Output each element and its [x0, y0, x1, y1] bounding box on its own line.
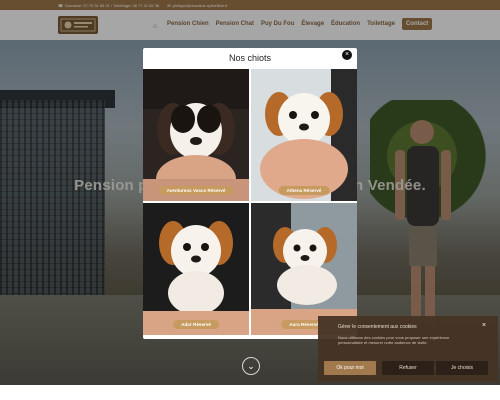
cookie-consent-banner: Gérer le consentement aux cookies × Nous…	[318, 316, 498, 382]
puppies-modal: Nos chiots × Aventureux Vasco Réservé At…	[143, 48, 357, 339]
page-bottom	[0, 385, 500, 400]
puppies-grid: Aventureux Vasco Réservé Athena Réservé	[143, 69, 357, 337]
cookie-accept-button[interactable]: Ok pour moi	[324, 361, 376, 375]
puppy-photo	[143, 69, 249, 201]
cookie-close-icon[interactable]: ×	[482, 322, 486, 329]
puppy-card[interactable]: Ador Réservé	[143, 203, 249, 335]
close-icon[interactable]: ×	[342, 50, 352, 60]
cookie-choose-button[interactable]: Je choisis	[436, 361, 488, 375]
scroll-down-icon[interactable]: ⌄	[242, 357, 260, 375]
puppy-name-badge: Aventureux Vasco Réservé	[158, 186, 234, 195]
cookie-title: Gérer le consentement aux cookies	[338, 324, 417, 330]
cookie-text: Nous utilisons des cookies pour vous pro…	[338, 335, 450, 345]
cookie-refuse-button[interactable]: Refuser	[382, 361, 434, 375]
modal-title: Nos chiots	[228, 53, 272, 63]
puppy-photo	[143, 203, 249, 335]
puppy-card[interactable]: Aventureux Vasco Réservé	[143, 69, 249, 201]
puppy-name-badge: Athena Réservé	[278, 186, 330, 195]
puppy-name-badge: Ador Réservé	[173, 320, 219, 329]
puppy-card[interactable]: Athena Réservé	[251, 69, 357, 201]
puppy-photo	[251, 69, 357, 201]
